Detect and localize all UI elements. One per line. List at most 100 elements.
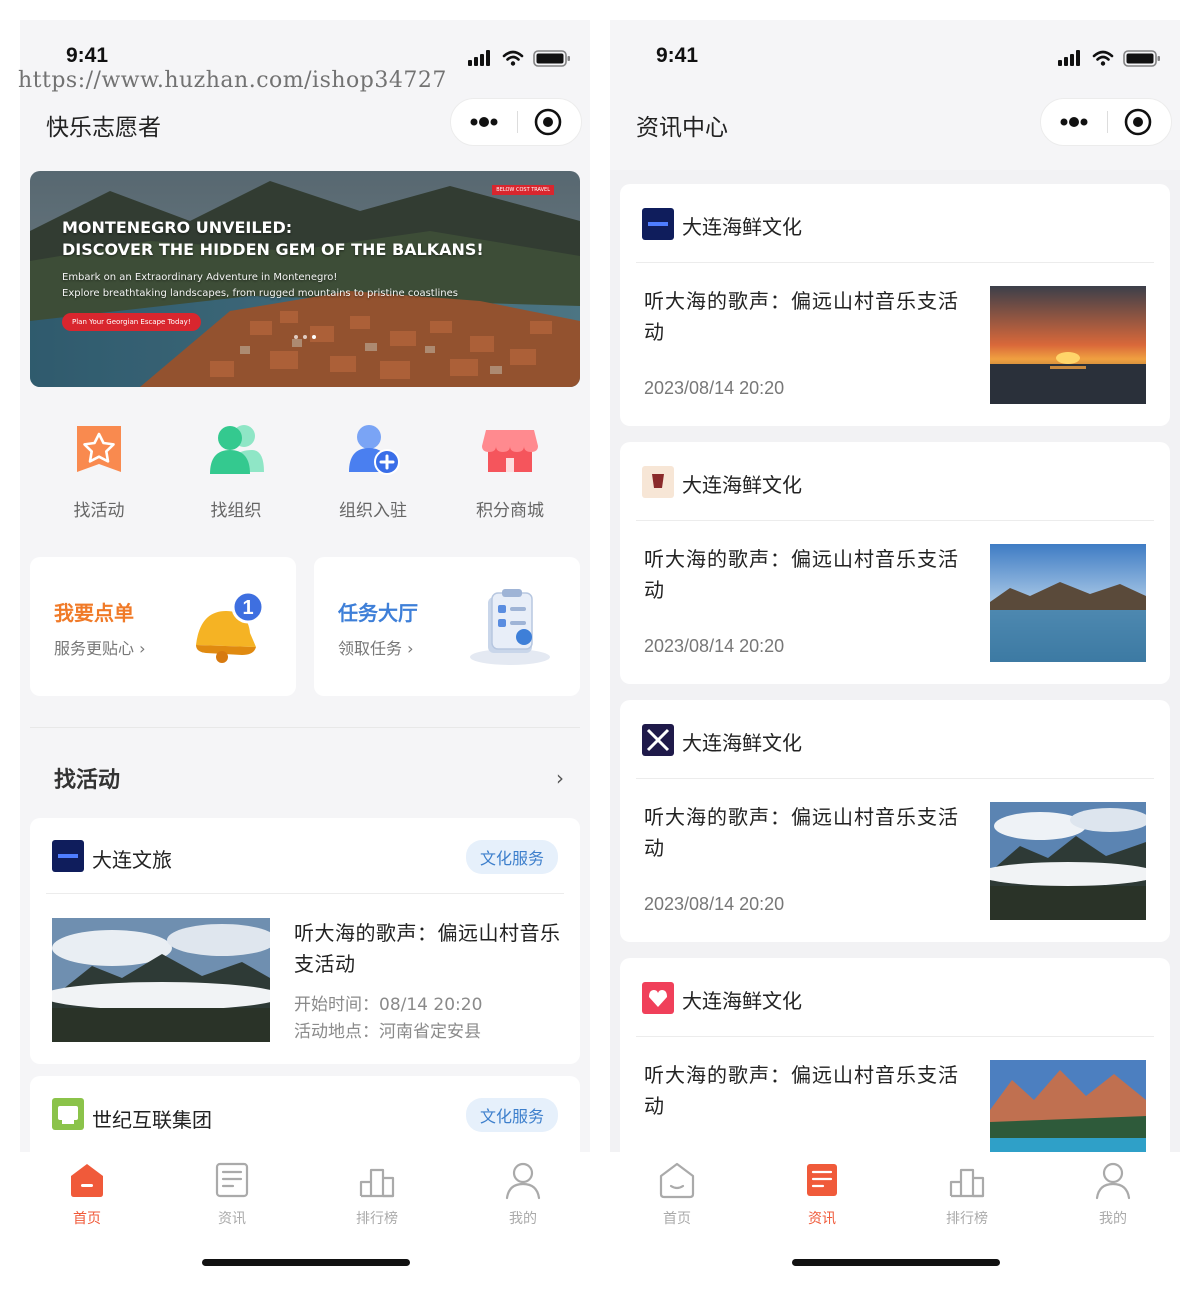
wifi-icon [502,50,524,61]
more-icon[interactable] [1041,99,1107,145]
news-list: 大连海鲜文化 听大海的歌声：偏远山村音乐支活动 2023/08/14 20:20 [610,170,1180,1168]
quick-entry-grid: 找活动 找组织 组织入驻 积分商城 [20,420,590,530]
nav-bar: 快乐志愿者 [20,90,590,170]
tab-label: 排行榜 [356,1211,398,1227]
home-icon [71,1164,103,1197]
ranking-icon [359,1168,395,1198]
store-icon [482,430,538,472]
banner-text: MONTENEGRO UNVEILED: DISCOVER THE HIDDEN… [62,217,540,331]
org-logo [642,208,674,240]
org-logo [642,724,674,756]
close-target-icon[interactable] [515,99,581,145]
news-date: 2023/08/14 20:20 [644,378,785,398]
tab-home[interactable]: 首页 [627,1160,727,1228]
watermark-text: https://www.huzhan.com/ishop34727 [18,68,447,93]
card-divider [636,778,1154,779]
news-thumbnail [990,802,1146,920]
promo-title: 任务大厅 [338,601,418,625]
activity-title: 听大海的歌声：偏远山村音乐支活动 [294,921,561,976]
section-more-arrow[interactable]: › [556,766,564,790]
signal-icon [468,50,490,66]
tab-bar: 首页 资讯 排行榜 我的 [610,1152,1180,1278]
close-target-icon[interactable] [1105,99,1171,145]
tab-ranking[interactable]: 排行榜 [327,1160,427,1228]
tab-ranking[interactable]: 排行榜 [917,1160,1017,1228]
hero-banner[interactable]: BELOW COST TRAVEL MONTENEGRO UNVEILED: D… [30,171,580,387]
task-hall-card[interactable]: 任务大厅 领取任务 › [314,557,580,696]
tab-label: 排行榜 [946,1211,988,1227]
section-title: 找活动 [54,768,121,793]
news-title: 听大海的歌声：偏远山村音乐支活动 [644,547,959,602]
promo-subtitle: 领取任务 › [338,639,414,658]
status-icons [468,50,570,67]
org-name: 大连文旅 [92,848,172,872]
news-card[interactable]: 大连海鲜文化 听大海的歌声：偏远山村音乐支活动 2023/08/14 20:20 [620,184,1170,426]
order-service-card[interactable]: 我要点单 服务更贴心 › 1 [30,557,296,696]
tab-home[interactable]: 首页 [37,1160,137,1228]
tab-profile[interactable]: 我的 [473,1160,573,1228]
news-title: 听大海的歌声：偏远山村音乐支活动 [644,1063,959,1118]
activity-card[interactable]: 大连文旅 文化服务 听大海的歌声：偏远山村音乐支活动 开始时间：08/14 20… [30,818,580,1064]
home-icon [659,1162,695,1199]
tab-label: 资讯 [218,1211,246,1227]
banner-pagination [294,324,321,343]
star-badge-icon [77,426,121,472]
people-icon [210,425,264,474]
card-divider [636,262,1154,263]
home-indicator [202,1259,410,1266]
activity-thumbnail [52,918,270,1042]
status-time: 9:41 [66,44,109,67]
tab-label: 我的 [509,1211,537,1227]
news-screen: 9:41 资讯中心 大连海鲜文化 听大海的歌声：偏远山村音乐支活动 2023/0… [610,20,1180,1278]
org-name: 世纪互联集团 [92,1108,212,1132]
org-name: 大连海鲜文化 [682,215,802,239]
section-divider [30,727,580,728]
more-icon[interactable] [451,99,517,145]
pagination-dot [303,335,307,339]
pagination-dot [312,335,316,339]
tab-news[interactable]: 资讯 [772,1160,872,1228]
org-logo [52,1098,84,1130]
news-card[interactable]: 大连海鲜文化 听大海的歌声：偏远山村音乐支活动 2023/08/14 20:20 [620,700,1170,942]
tab-bar: 首页 资讯 排行榜 我的 [20,1152,590,1278]
home-indicator [792,1259,1000,1266]
quick-find-organization[interactable]: 找组织 [176,420,296,521]
add-user-icon [349,425,400,475]
org-logo [642,982,674,1014]
banner-headline-1: MONTENEGRO UNVEILED: [62,218,293,237]
status-bar: 9:41 [610,20,1180,90]
card-divider [46,893,564,894]
mini-program-capsule [450,98,582,146]
card-divider [636,1036,1154,1037]
tab-news[interactable]: 资讯 [182,1160,282,1228]
news-card[interactable]: 大连海鲜文化 听大海的歌声：偏远山村音乐支活动 2023/08/14 20:20 [620,442,1170,684]
tab-label: 资讯 [808,1211,836,1227]
banner-brand-logo: BELOW COST TRAVEL [492,185,554,195]
profile-icon [1095,1162,1131,1200]
news-thumbnail [990,286,1146,404]
bell-icon: 1 [196,590,265,663]
promo-title: 我要点单 [54,601,134,625]
profile-icon [505,1162,541,1200]
quick-label: 找组织 [210,501,262,521]
quick-label: 找活动 [73,501,125,521]
quick-points-mall[interactable]: 积分商城 [450,420,570,521]
news-card[interactable]: 大连海鲜文化 听大海的歌声：偏远山村音乐支活动 [620,958,1170,1168]
status-icons [1058,50,1160,67]
quick-label: 组织入驻 [339,501,407,521]
quick-org-join[interactable]: 组织入驻 [313,420,433,521]
card-divider [636,520,1154,521]
banner-subtext-2: Explore breathtaking landscapes, from ru… [62,288,458,299]
banner-cta-button[interactable]: Plan Your Georgian Escape Today! [62,313,201,331]
wifi-icon [1092,50,1114,61]
news-title: 听大海的歌声：偏远山村音乐支活动 [644,805,959,860]
page-title: 快乐志愿者 [46,115,161,141]
org-name: 大连海鲜文化 [682,473,802,497]
news-date: 2023/08/14 20:20 [644,894,785,914]
quick-find-activity[interactable]: 找活动 [39,420,159,521]
tab-profile[interactable]: 我的 [1063,1160,1163,1228]
nav-bar: 资讯中心 [610,90,1180,170]
ranking-icon [949,1168,985,1198]
task-clipboard-icon [470,589,550,665]
org-logo [52,840,84,872]
